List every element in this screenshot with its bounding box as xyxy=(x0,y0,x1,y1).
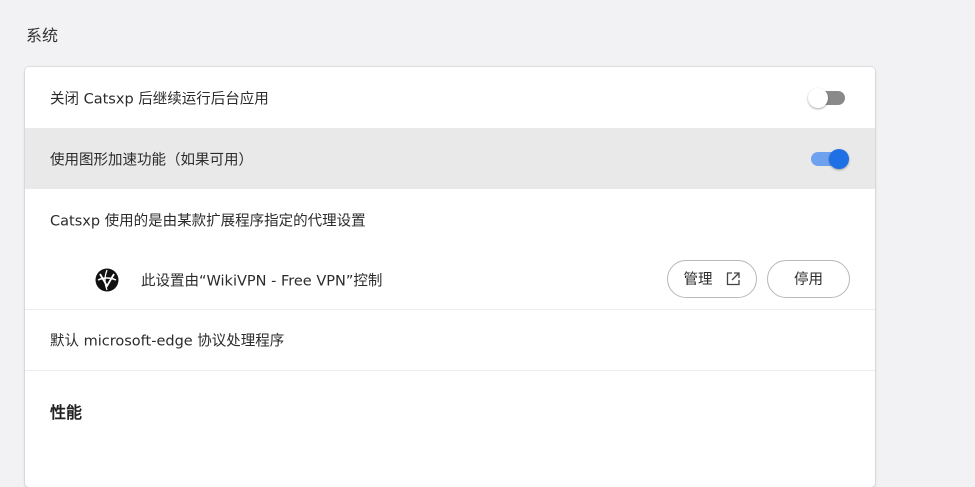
disable-button-label: 停用 xyxy=(794,272,823,288)
setting-row-proxy-extension: 此设置由“WikiVPN - Free VPN”控制 管理 停用 xyxy=(25,250,875,310)
toggle-knob xyxy=(808,87,828,108)
proxy-extension-label: 此设置由“WikiVPN - Free VPN”控制 xyxy=(141,273,383,289)
performance-title: 性能 xyxy=(50,403,83,422)
setting-row-proxy: Catsxp 使用的是由某款扩展程序指定的代理设置 xyxy=(25,189,875,250)
setting-row-background-apps[interactable]: 关闭 Catsxp 后继续运行后台应用 xyxy=(25,67,875,128)
setting-label-proxy: Catsxp 使用的是由某款扩展程序指定的代理设置 xyxy=(50,213,366,229)
performance-section-header: 性能 xyxy=(25,371,875,451)
section-title: 系统 xyxy=(26,26,59,45)
setting-row-hardware-acceleration[interactable]: 使用图形加速功能（如果可用） xyxy=(25,128,875,189)
open-in-new-icon xyxy=(726,271,740,285)
hardware-acceleration-toggle[interactable] xyxy=(811,148,849,169)
background-apps-toggle[interactable] xyxy=(808,87,845,108)
disable-extension-button[interactable]: 停用 xyxy=(767,259,850,298)
setting-label-background-apps: 关闭 Catsxp 后继续运行后台应用 xyxy=(50,91,269,107)
setting-row-protocol-handler[interactable]: 默认 microsoft-edge 协议处理程序 xyxy=(25,310,875,371)
setting-label-protocol-handler: 默认 microsoft-edge 协议处理程序 xyxy=(50,333,285,350)
toggle-knob xyxy=(829,148,849,169)
manage-extension-button[interactable]: 管理 xyxy=(667,259,757,298)
setting-label-hardware-acceleration: 使用图形加速功能（如果可用） xyxy=(50,152,253,168)
wikivpn-logo-icon xyxy=(95,268,119,291)
manage-button-label: 管理 xyxy=(683,272,713,288)
system-settings-card: 关闭 Catsxp 后继续运行后台应用 使用图形加速功能（如果可用） Catsx… xyxy=(25,67,875,487)
